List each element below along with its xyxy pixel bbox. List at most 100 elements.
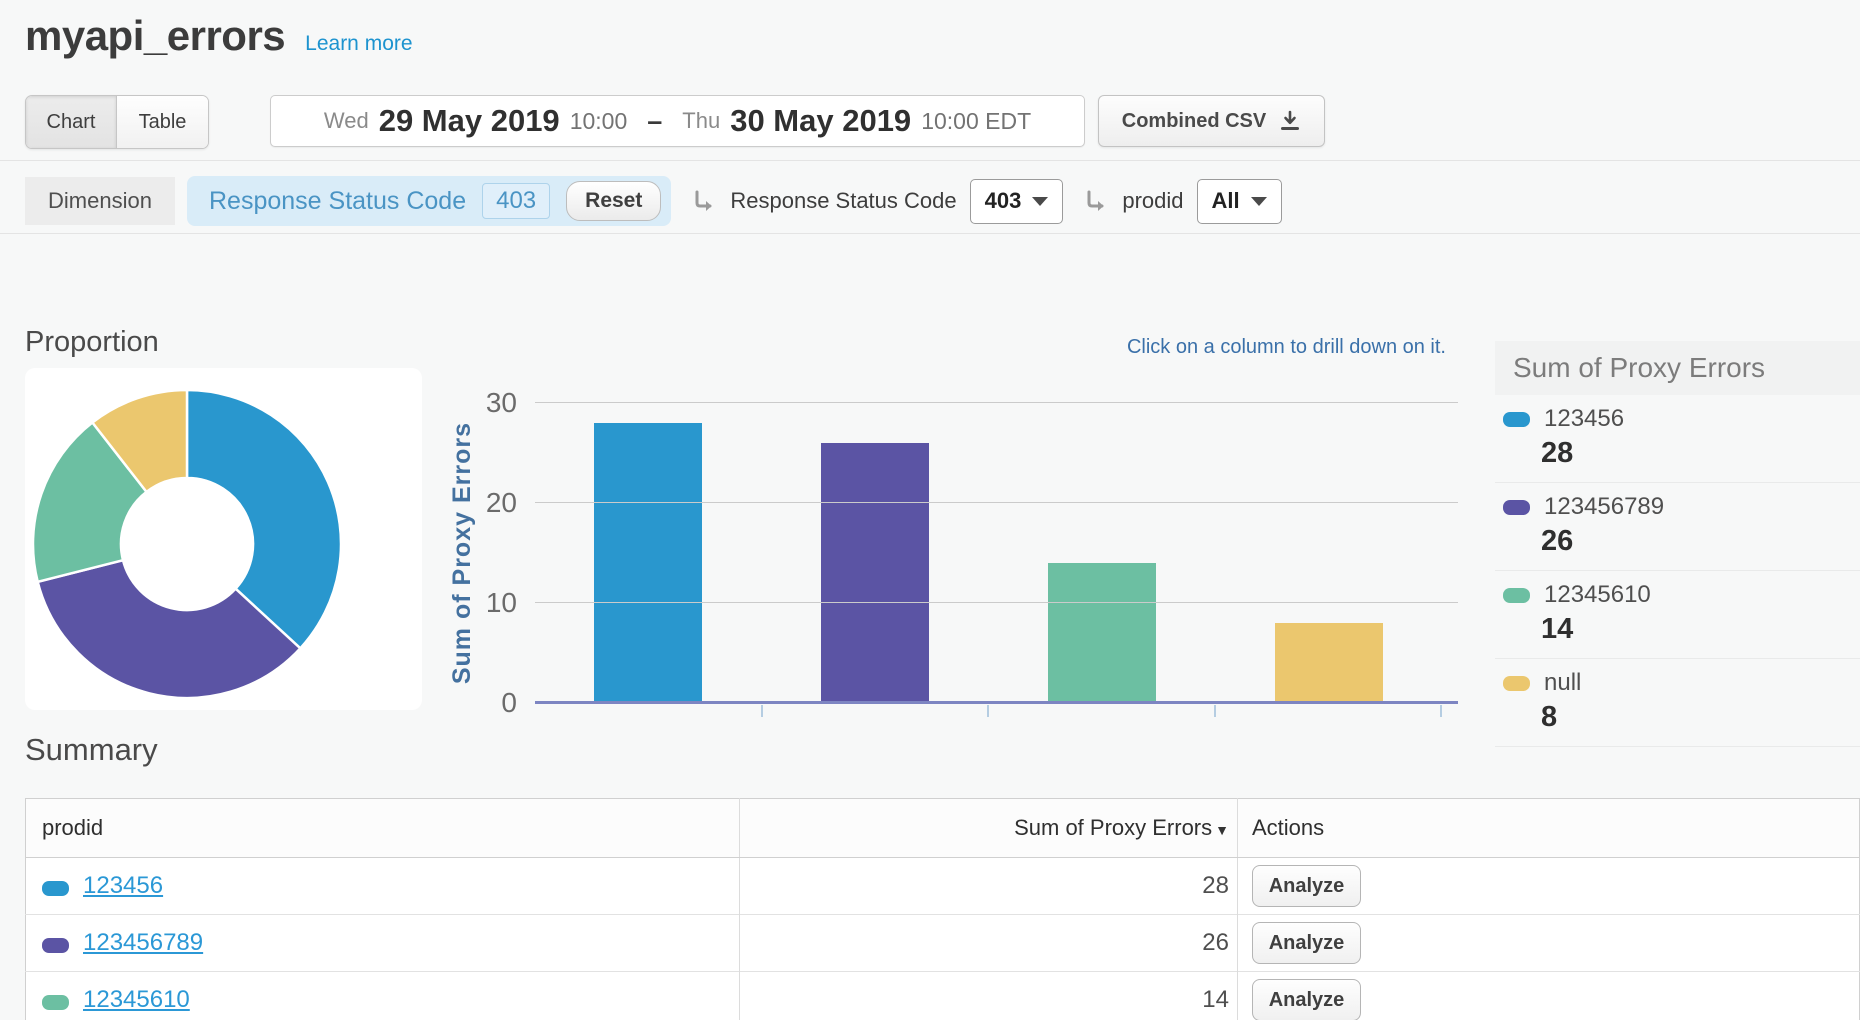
drilldown-label: prodid <box>1122 188 1183 214</box>
table-row-12345610: 12345610 14 Analyze <box>26 972 1860 1020</box>
table-row-123456: 123456 28 Analyze <box>26 858 1860 915</box>
bar-slot <box>535 403 762 703</box>
summary-table: prodid Sum of Proxy Errors▼ Actions 1234… <box>25 798 1860 1020</box>
x-axis-tick <box>761 705 763 717</box>
legend-label: null <box>1544 669 1581 697</box>
column-header-actions: Actions <box>1238 799 1860 858</box>
legend-label: 123456 <box>1544 405 1624 433</box>
drilldown-arrow-icon <box>691 188 717 214</box>
analyze-button-12345610[interactable]: Analyze <box>1252 979 1361 1020</box>
drilldown-prodid: prodid All <box>1083 179 1281 224</box>
legend-title: Sum of Proxy Errors <box>1495 341 1860 395</box>
report-page: myapi_errors Learn more Chart Table Wed … <box>0 0 1860 1020</box>
drilldown-status-code: Response Status Code 403 <box>691 179 1063 224</box>
prodid-dropdown[interactable]: All <box>1197 179 1282 224</box>
prodid-link-12345610[interactable]: 12345610 <box>83 986 190 1013</box>
y-tick-label-0: 0 <box>437 687 517 719</box>
reset-button[interactable]: Reset <box>566 181 661 221</box>
active-filter-chip: Response Status Code 403 Reset <box>187 176 671 226</box>
proportion-donut-chart <box>25 368 422 710</box>
legend-value: 28 <box>1541 437 1860 470</box>
divider <box>0 160 1860 161</box>
column-header-prodid: prodid <box>26 799 740 858</box>
tab-table[interactable]: Table <box>117 96 208 148</box>
status-code-dropdown-value: 403 <box>985 188 1022 214</box>
dimension-label: Dimension <box>25 177 175 225</box>
view-toggle: Chart Table <box>25 95 209 149</box>
legend-value: 26 <box>1541 525 1860 558</box>
active-filter-value: 403 <box>482 183 550 219</box>
row-swatch <box>42 881 69 896</box>
date-end-day: Thu <box>682 108 720 134</box>
y-tick-label-30: 30 <box>437 387 517 419</box>
proxy-errors-value: 28 <box>740 858 1238 915</box>
bar-column-12345610[interactable] <box>1048 563 1156 703</box>
date-end-date: 30 May 2019 <box>730 103 911 139</box>
active-filter-name: Response Status Code <box>209 187 466 216</box>
legend-label: 123456789 <box>1544 493 1664 521</box>
proportion-title: Proportion <box>25 326 159 359</box>
legend-swatch <box>1503 676 1530 691</box>
legend-item-null: null8 <box>1495 659 1860 747</box>
bar-column-123456[interactable] <box>594 423 702 703</box>
column-header-sum-of-proxy-errors[interactable]: Sum of Proxy Errors▼ <box>740 799 1238 858</box>
x-axis-line <box>535 701 1458 704</box>
gridline-30 <box>535 402 1458 403</box>
prodid-link-123456789[interactable]: 123456789 <box>83 929 203 956</box>
y-axis-tick-labels: 0102030 <box>430 403 525 703</box>
date-range-separator: – <box>647 106 662 137</box>
download-icon <box>1279 110 1301 132</box>
x-axis-tick <box>1440 705 1442 717</box>
legend-swatch <box>1503 500 1530 515</box>
y-tick-label-10: 10 <box>437 587 517 619</box>
bar-slot <box>762 403 989 703</box>
date-start-date: 29 May 2019 <box>379 103 560 139</box>
date-range-picker[interactable]: Wed 29 May 2019 10:00 – Thu 30 May 2019 … <box>270 95 1085 147</box>
proxy-errors-value: 26 <box>740 915 1238 972</box>
drilldown-arrow-icon <box>1083 188 1109 214</box>
drilldown-label: Response Status Code <box>730 188 956 214</box>
bar-series <box>535 403 1442 703</box>
tab-chart[interactable]: Chart <box>26 96 117 148</box>
gridline-20 <box>535 502 1458 503</box>
filter-bar: Dimension Response Status Code 403 Reset… <box>25 176 1282 226</box>
gridline-10 <box>535 602 1458 603</box>
divider <box>0 233 1860 234</box>
combined-csv-button[interactable]: Combined CSV <box>1098 95 1325 147</box>
drilldown-hint: Click on a column to drill down on it. <box>900 336 1446 359</box>
chevron-down-icon <box>1251 197 1267 206</box>
prodid-dropdown-value: All <box>1212 188 1240 214</box>
date-start-time: 10:00 <box>570 108 628 135</box>
chevron-down-icon <box>1032 197 1048 206</box>
legend-panel: Sum of Proxy Errors 123456 28 123456789 26 1… <box>1495 341 1860 747</box>
bar-column-null[interactable] <box>1275 623 1383 703</box>
status-code-dropdown[interactable]: 403 <box>970 179 1064 224</box>
proxy-errors-value: 14 <box>740 972 1238 1020</box>
analyze-button-123456789[interactable]: Analyze <box>1252 922 1361 964</box>
legend-label: 12345610 <box>1544 581 1651 609</box>
prodid-link-123456[interactable]: 123456 <box>83 872 163 899</box>
legend-item-123456: 123456 28 <box>1495 395 1860 483</box>
learn-more-link[interactable]: Learn more <box>305 32 412 56</box>
page-header: myapi_errors Learn more <box>25 12 413 60</box>
bar-slot <box>989 403 1216 703</box>
legend-swatch <box>1503 588 1530 603</box>
y-tick-label-20: 20 <box>437 487 517 519</box>
row-swatch <box>42 995 69 1010</box>
legend-swatch <box>1503 412 1530 427</box>
summary-header-row: prodid Sum of Proxy Errors▼ Actions <box>26 799 1860 858</box>
bar-chart-plot <box>535 403 1458 703</box>
date-start-day: Wed <box>324 108 369 134</box>
legend-rows: 123456 28 123456789 26 12345610 14 null8 <box>1495 395 1860 747</box>
legend-item-12345610: 12345610 14 <box>1495 571 1860 659</box>
combined-csv-label: Combined CSV <box>1122 110 1266 133</box>
x-axis-tick <box>987 705 989 717</box>
analyze-button-123456[interactable]: Analyze <box>1252 865 1361 907</box>
page-title: myapi_errors <box>25 12 285 60</box>
bar-column-123456789[interactable] <box>821 443 929 703</box>
legend-value: 14 <box>1541 613 1860 646</box>
row-swatch <box>42 938 69 953</box>
table-row-123456789: 123456789 26 Analyze <box>26 915 1860 972</box>
x-axis-tick <box>1214 705 1216 717</box>
date-end-time: 10:00 EDT <box>921 108 1031 135</box>
